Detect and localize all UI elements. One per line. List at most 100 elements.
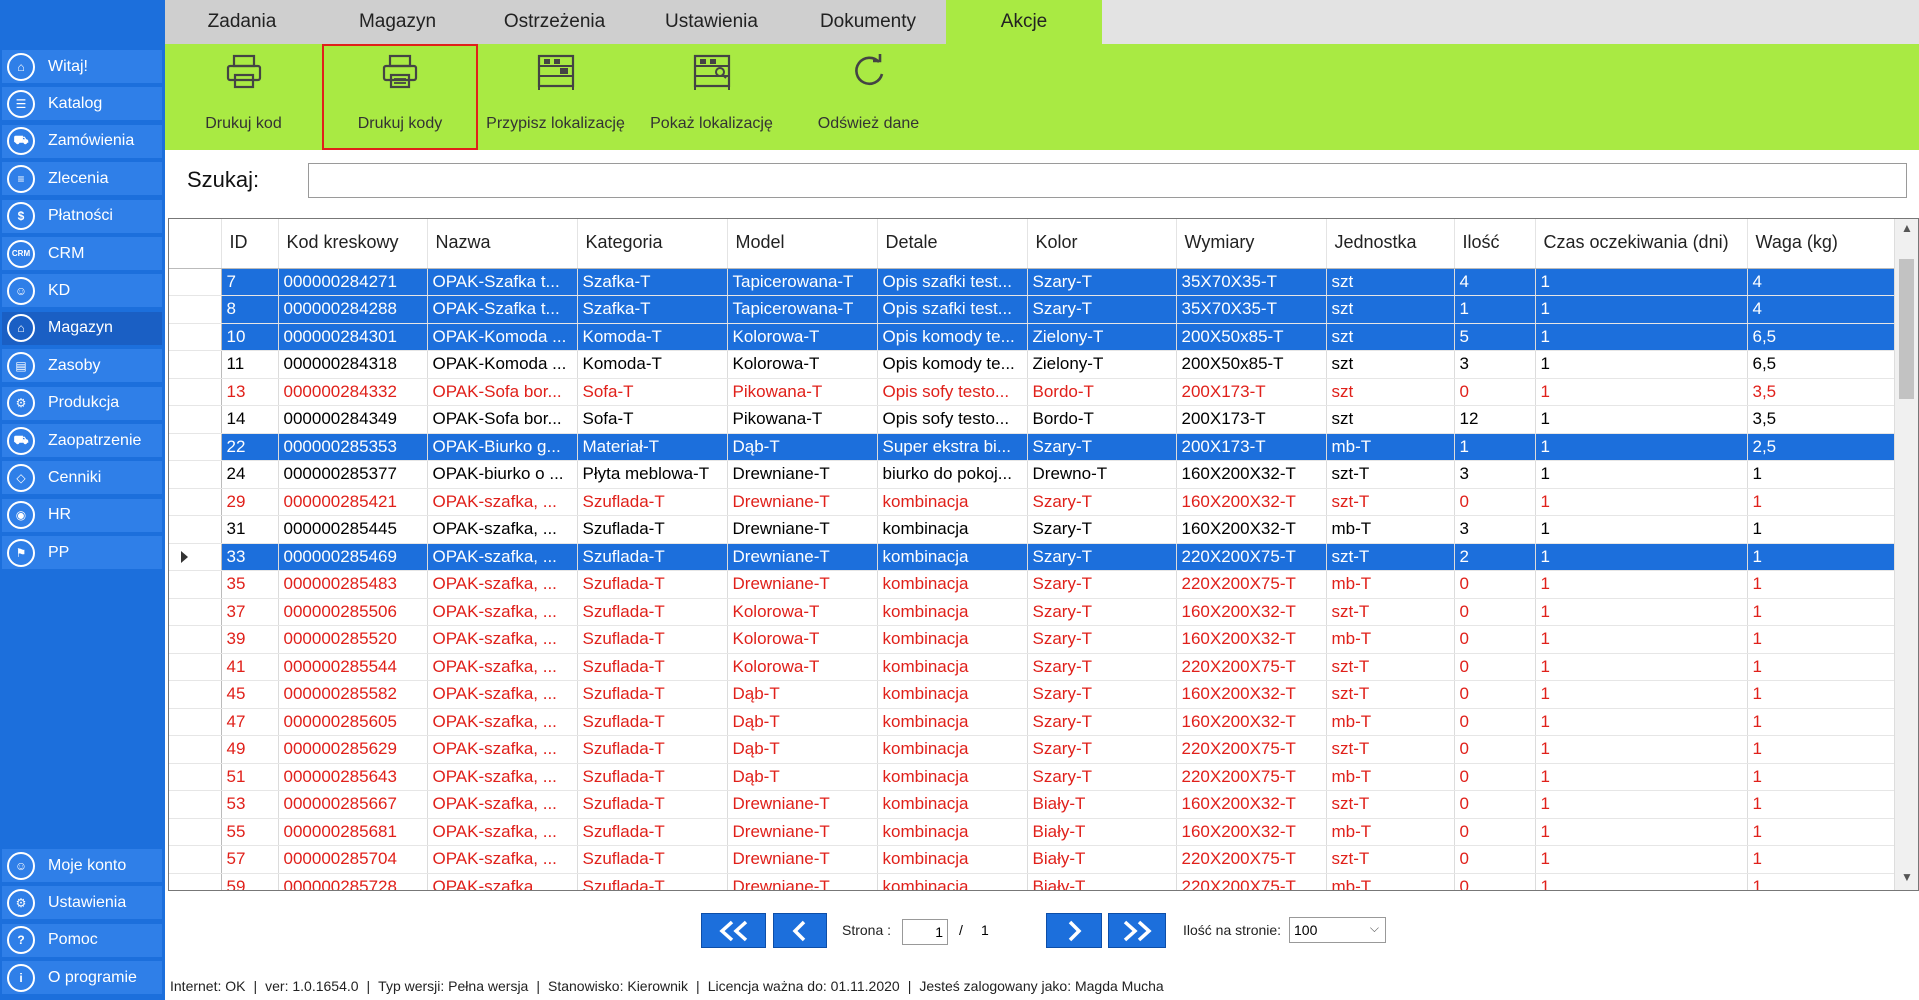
cell-id[interactable]: 47 <box>221 708 279 736</box>
cell-kod-kreskowy[interactable]: 000000285520 <box>278 625 428 654</box>
cell-model[interactable]: Kolorowa-T <box>727 625 878 654</box>
cell-czas-oczekiwania-dni[interactable]: 1 <box>1535 295 1748 324</box>
cell-jednostka[interactable]: szt-T <box>1326 488 1455 516</box>
table-row[interactable]: 13 000000284332 OPAK-Sofa bor... Sofa-T Piko… <box>169 378 1896 406</box>
cell-czas-oczekiwania-dni[interactable]: 1 <box>1535 680 1748 709</box>
cell-nazwa[interactable]: OPAK-szafka, ... <box>427 818 578 846</box>
cell-kod-kreskowy[interactable]: 000000284318 <box>278 350 428 379</box>
table-row[interactable]: 14 000000284349 OPAK-Sofa bor... Sofa-T Piko… <box>169 405 1896 434</box>
tab-akcje[interactable]: Akcje <box>946 0 1102 44</box>
cell-ilosc[interactable]: 0 <box>1454 763 1536 791</box>
cell-ilosc[interactable]: 5 <box>1454 323 1536 351</box>
table-row[interactable]: 51 000000285643 OPAK-szafka, ... Szuflada-T… <box>169 763 1896 791</box>
odswiez-dane-button[interactable]: Odśwież dane <box>790 44 947 150</box>
cell-detale[interactable]: kombinacja <box>877 818 1028 846</box>
cell-jednostka[interactable]: szt <box>1326 378 1455 406</box>
row-header[interactable] <box>169 598 222 626</box>
cell-czas-oczekiwania-dni[interactable]: 1 <box>1535 570 1748 599</box>
cell-id[interactable]: 13 <box>221 378 279 406</box>
cell-kategoria[interactable]: Szuflada-T <box>577 488 728 516</box>
cell-nazwa[interactable]: OPAK-Szafka t... <box>427 268 578 296</box>
column-header-kod-kreskowy[interactable]: Kod kreskowy <box>278 219 428 269</box>
cell-model[interactable]: Drewniane-T <box>727 570 878 599</box>
row-header[interactable] <box>169 653 222 681</box>
cell-jednostka[interactable]: mb-T <box>1326 625 1455 654</box>
cell-kolor[interactable]: Szary-T <box>1027 680 1177 709</box>
cell-id[interactable]: 11 <box>221 350 279 379</box>
cell-ilosc[interactable]: 0 <box>1454 570 1536 599</box>
cell-kolor[interactable]: Szary-T <box>1027 295 1177 324</box>
cell-model[interactable]: Dąb-T <box>727 433 878 461</box>
table-row[interactable]: 57 000000285704 OPAK-szafka, ... Szuflada-T… <box>169 845 1896 874</box>
table-row[interactable]: 39 000000285520 OPAK-szafka, ... Szuflada-T… <box>169 625 1896 654</box>
cell-waga-kg[interactable]: 1 <box>1747 543 1896 571</box>
cell-kategoria[interactable]: Szuflada-T <box>577 845 728 874</box>
cell-kolor[interactable]: Zielony-T <box>1027 323 1177 351</box>
table-row[interactable]: 24 000000285377 OPAK-biurko o ... Płyta meb… <box>169 460 1896 489</box>
tab-ustawienia[interactable]: Ustawienia <box>633 0 790 44</box>
cell-kod-kreskowy[interactable]: 000000284349 <box>278 405 428 434</box>
cell-waga-kg[interactable]: 1 <box>1747 763 1896 791</box>
cell-ilosc[interactable]: 0 <box>1454 845 1536 874</box>
cell-ilosc[interactable]: 0 <box>1454 735 1536 764</box>
cell-czas-oczekiwania-dni[interactable]: 1 <box>1535 378 1748 406</box>
cell-model[interactable]: Kolorowa-T <box>727 350 878 379</box>
cell-kolor[interactable]: Bordo-T <box>1027 378 1177 406</box>
sidebar-item-zamowienia[interactable]: ⛟ Zamówienia <box>2 124 162 158</box>
cell-nazwa[interactable]: OPAK-szafka, ... <box>427 598 578 626</box>
cell-kategoria[interactable]: Sofa-T <box>577 405 728 434</box>
cell-model[interactable]: Drewniane-T <box>727 873 878 890</box>
cell-kategoria[interactable]: Komoda-T <box>577 323 728 351</box>
cell-kategoria[interactable]: Szuflada-T <box>577 790 728 819</box>
cell-kod-kreskowy[interactable]: 000000285445 <box>278 515 428 544</box>
cell-czas-oczekiwania-dni[interactable]: 1 <box>1535 268 1748 296</box>
cell-waga-kg[interactable]: 1 <box>1747 570 1896 599</box>
cell-nazwa[interactable]: OPAK-szafka, ... <box>427 735 578 764</box>
sidebar-item-produkcja[interactable]: ⚙ Produkcja <box>2 386 162 420</box>
cell-kolor[interactable]: Biały-T <box>1027 873 1177 890</box>
cell-kolor[interactable]: Drewno-T <box>1027 460 1177 489</box>
row-header[interactable] <box>169 570 222 599</box>
sidebar-item-zlecenia[interactable]: ≡ Zlecenia <box>2 162 162 196</box>
table-row[interactable]: 7 000000284271 OPAK-Szafka t... Szafka-T Tap… <box>169 268 1896 296</box>
cell-wymiary[interactable]: 200X50x85-T <box>1176 323 1327 351</box>
cell-kategoria[interactable]: Materiał-T <box>577 433 728 461</box>
cell-jednostka[interactable]: szt <box>1326 295 1455 324</box>
row-header[interactable] <box>169 845 222 874</box>
cell-kolor[interactable]: Szary-T <box>1027 708 1177 736</box>
cell-detale[interactable]: Opis komody te... <box>877 323 1028 351</box>
cell-czas-oczekiwania-dni[interactable]: 1 <box>1535 735 1748 764</box>
cell-nazwa[interactable]: OPAK-szafka, ... <box>427 653 578 681</box>
per-page-select[interactable]: 100 ⌵ <box>1289 917 1386 943</box>
cell-detale[interactable]: kombinacja <box>877 488 1028 516</box>
cell-kolor[interactable]: Szary-T <box>1027 515 1177 544</box>
cell-ilosc[interactable]: 0 <box>1454 598 1536 626</box>
cell-detale[interactable]: kombinacja <box>877 625 1028 654</box>
cell-id[interactable]: 8 <box>221 295 279 324</box>
table-row[interactable]: 45 000000285582 OPAK-szafka, ... Szuflada-T… <box>169 680 1896 709</box>
table-row[interactable]: 22 000000285353 OPAK-Biurko g... Materiał-T… <box>169 433 1896 461</box>
search-input[interactable] <box>308 163 1907 198</box>
cell-id[interactable]: 57 <box>221 845 279 874</box>
cell-detale[interactable]: biurko do pokoj... <box>877 460 1028 489</box>
column-header-wymiary[interactable]: Wymiary <box>1176 219 1327 269</box>
cell-nazwa[interactable]: OPAK-Sofa bor... <box>427 378 578 406</box>
cell-waga-kg[interactable]: 1 <box>1747 735 1896 764</box>
cell-jednostka[interactable]: szt-T <box>1326 598 1455 626</box>
cell-nazwa[interactable]: OPAK-szafka, ... <box>427 680 578 709</box>
cell-ilosc[interactable]: 2 <box>1454 543 1536 571</box>
cell-jednostka[interactable]: mb-T <box>1326 515 1455 544</box>
cell-wymiary[interactable]: 220X200X75-T <box>1176 570 1327 599</box>
row-header[interactable] <box>169 625 222 654</box>
cell-id[interactable]: 53 <box>221 790 279 819</box>
table-row[interactable]: 59 000000285728 OPAK-szafka, ... Szuflada-T… <box>169 873 1896 890</box>
sidebar-item-o-programie[interactable]: i O programie <box>2 961 162 995</box>
cell-wymiary[interactable]: 200X173-T <box>1176 405 1327 434</box>
cell-kategoria[interactable]: Szafka-T <box>577 268 728 296</box>
table-row[interactable]: 11 000000284318 OPAK-Komoda ... Komoda-T Kol… <box>169 350 1896 379</box>
cell-waga-kg[interactable]: 1 <box>1747 818 1896 846</box>
sidebar-item-pp[interactable]: ⚑ PP <box>2 536 162 570</box>
sidebar-item-pomoc[interactable]: ? Pomoc <box>2 923 162 957</box>
table-row[interactable]: 49 000000285629 OPAK-szafka, ... Szuflada-T… <box>169 735 1896 764</box>
table-row[interactable]: 47 000000285605 OPAK-szafka, ... Szuflada-T… <box>169 708 1896 736</box>
